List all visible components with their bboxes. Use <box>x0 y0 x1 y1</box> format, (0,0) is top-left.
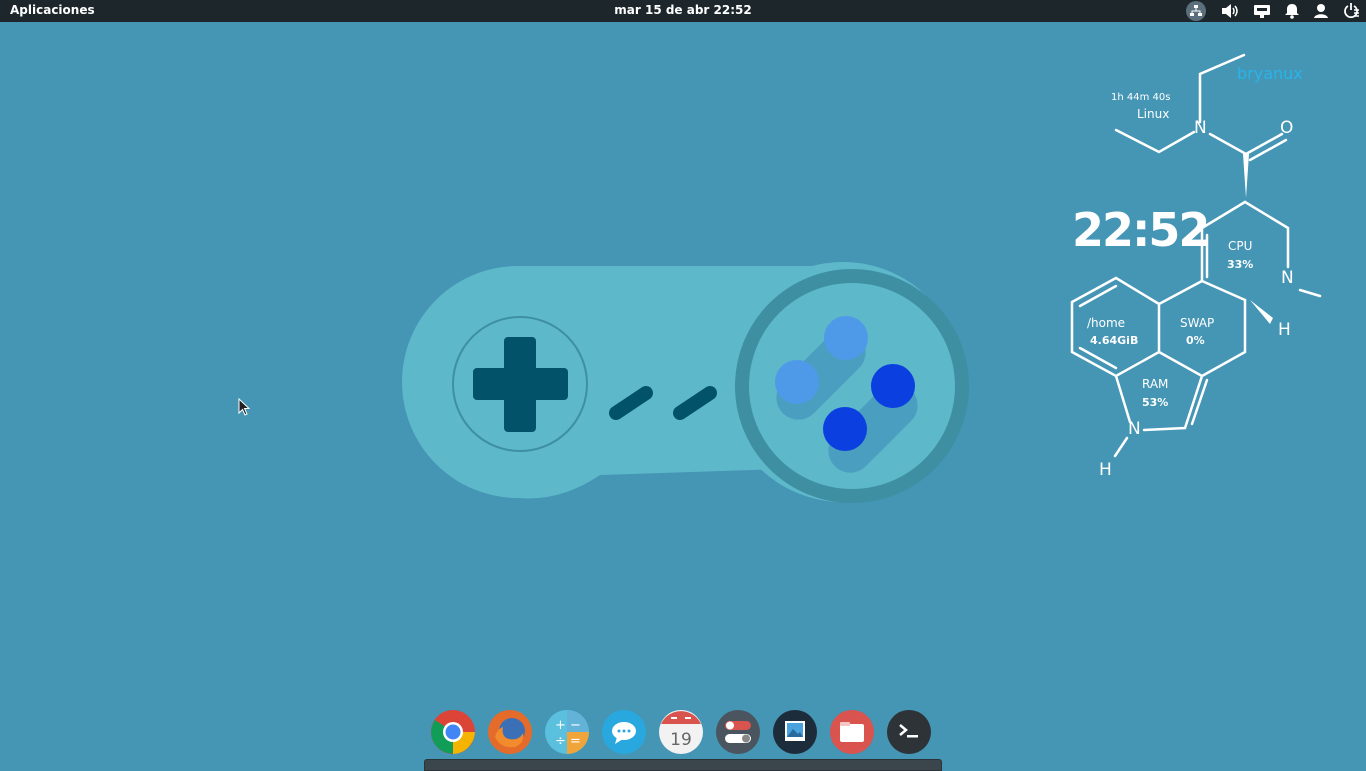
conky-os: Linux <box>1137 107 1170 121</box>
mouse-cursor-icon <box>238 398 251 416</box>
conky-clock: 22:52 <box>1072 203 1210 257</box>
dock-shelf <box>424 759 942 771</box>
files-icon[interactable] <box>829 709 875 755</box>
conky-widget: bryanux 1h 44m 40s Linux N O 22:52 CPU 3… <box>1060 50 1366 490</box>
panel-clock[interactable]: mar 15 de abr 22:52 <box>0 3 1366 17</box>
network-icon[interactable] <box>1185 1 1207 21</box>
calendar-icon[interactable]: 19 <box>658 709 704 755</box>
atom-h-right: H <box>1278 320 1291 340</box>
settings-icon[interactable] <box>715 709 761 755</box>
user-icon[interactable] <box>1313 3 1329 19</box>
ram-value: 53% <box>1142 396 1169 409</box>
chat-icon[interactable] <box>601 709 647 755</box>
system-tray <box>1185 0 1360 22</box>
power-icon[interactable] <box>1342 2 1360 20</box>
atom-n-right: N <box>1281 268 1294 288</box>
calculator-icon[interactable]: + − ÷ = <box>544 709 590 755</box>
firefox-icon[interactable] <box>487 709 533 755</box>
display-icon[interactable] <box>1253 3 1271 19</box>
atom-h-bottom: H <box>1099 460 1112 480</box>
home-value: 4.64GiB <box>1090 334 1139 347</box>
atom-n-top: N <box>1194 118 1207 138</box>
atom-o: O <box>1280 118 1294 138</box>
svg-text:+: + <box>555 718 566 733</box>
dock: + − ÷ = 19 <box>424 705 942 771</box>
top-panel: Aplicaciones mar 15 de abr 22:52 <box>0 0 1366 22</box>
home-label: /home <box>1087 316 1126 330</box>
chrome-icon[interactable] <box>430 709 476 755</box>
svg-text:−: − <box>570 718 581 733</box>
conky-uptime: 1h 44m 40s <box>1111 92 1171 103</box>
photos-icon[interactable] <box>772 709 818 755</box>
conky-username: bryanux <box>1237 64 1303 83</box>
molecule-diagram <box>1070 53 1322 458</box>
svg-text:÷: ÷ <box>555 734 566 749</box>
terminal-icon[interactable] <box>886 709 932 755</box>
ram-label: RAM <box>1142 377 1169 391</box>
notifications-icon[interactable] <box>1284 3 1300 19</box>
swap-value: 0% <box>1186 334 1205 347</box>
calendar-day: 19 <box>670 730 692 750</box>
volume-icon[interactable] <box>1220 3 1240 19</box>
svg-text:=: = <box>570 734 581 749</box>
cpu-value: 33% <box>1227 258 1254 271</box>
cpu-label: CPU <box>1228 239 1253 253</box>
atom-n-bottom: N <box>1128 419 1141 439</box>
swap-label: SWAP <box>1180 316 1215 330</box>
controller-wallpaper <box>402 262 969 503</box>
